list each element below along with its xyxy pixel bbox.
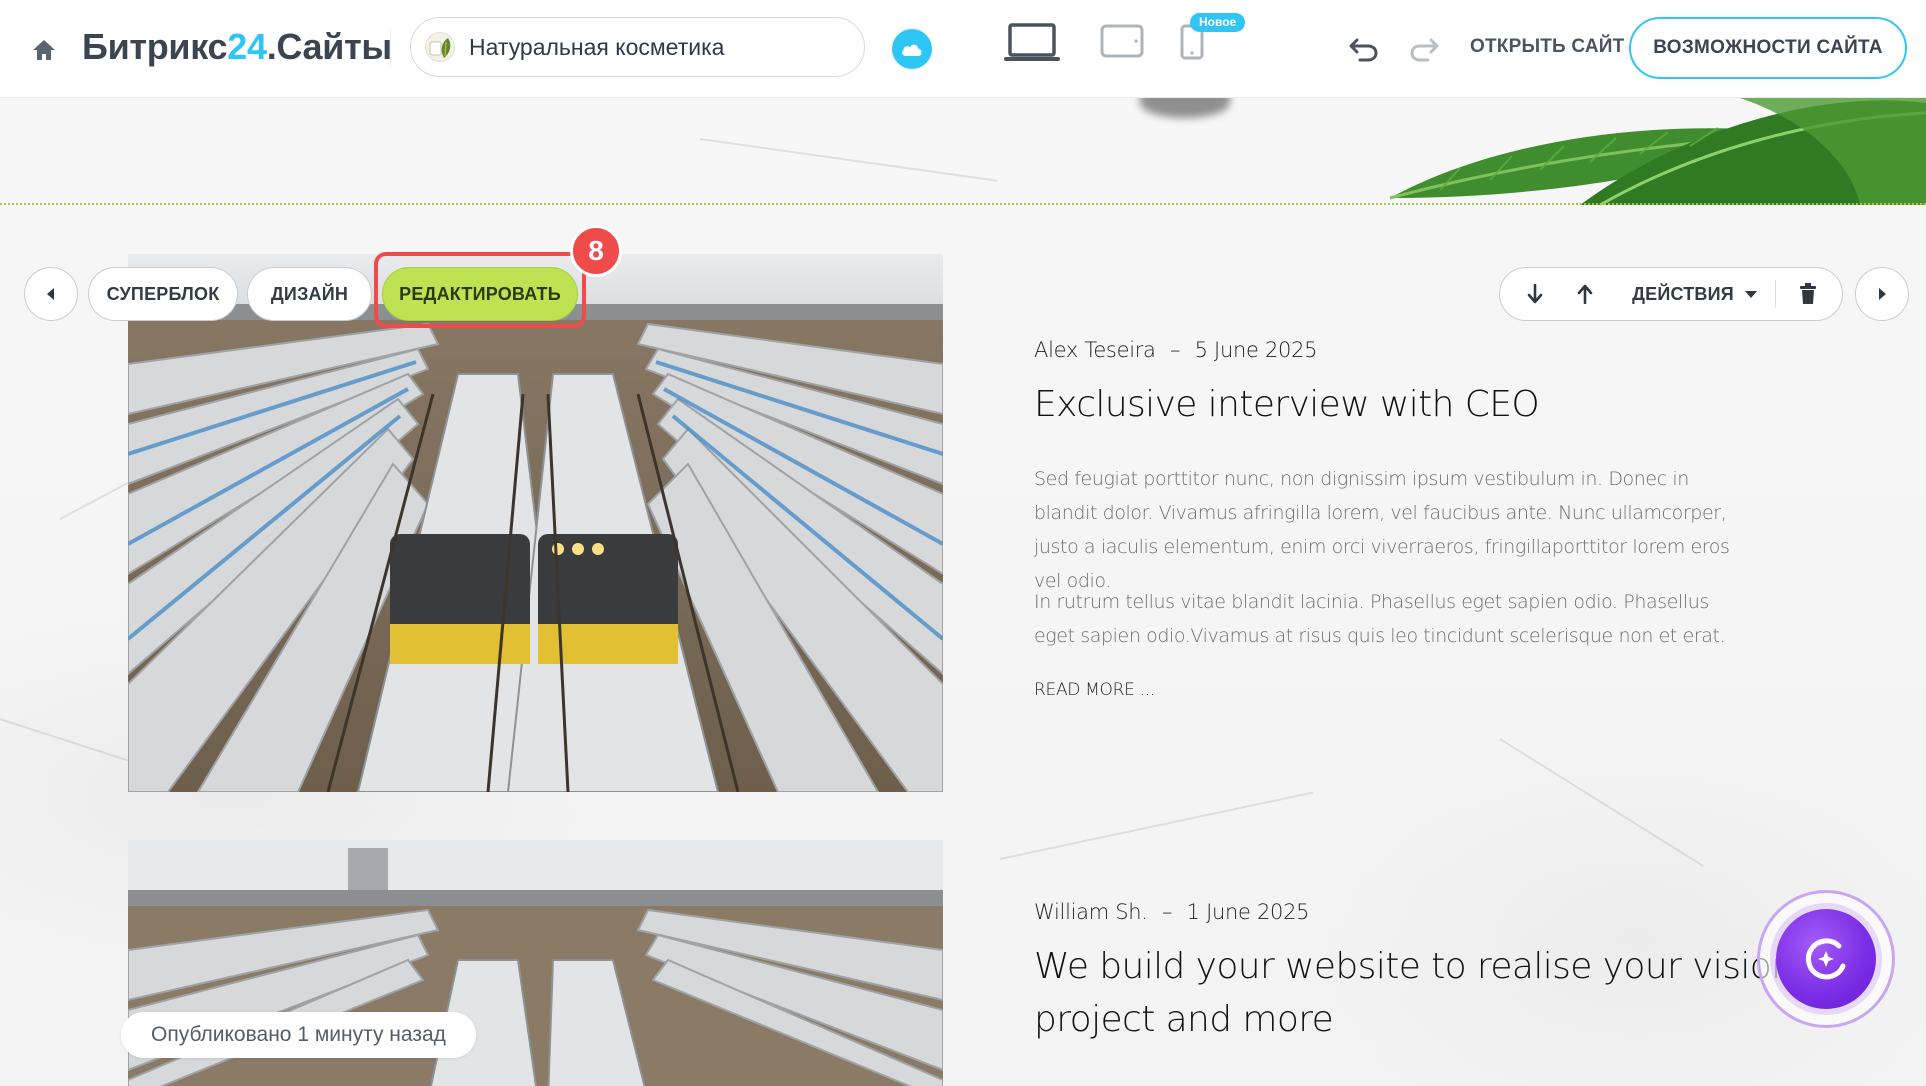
article-paragraph: In rutrum tellus vitae blandit lacinia. … [1034, 591, 1726, 647]
caret-left-icon [47, 288, 54, 300]
section-divider [0, 203, 1926, 205]
brand-divider [390, 30, 391, 68]
site-features-button[interactable]: ВОЗМОЖНОСТИ САЙТА [1629, 17, 1907, 79]
article-paragraph: Sed feugiat porttitor nunc, non dignissi… [1034, 468, 1730, 592]
meta-separator: – [1170, 338, 1181, 362]
site-name: Натуральная косметика [469, 33, 725, 60]
previous-block-button[interactable] [24, 267, 78, 321]
marble-texture [999, 791, 1314, 860]
site-selector[interactable]: Натуральная косметика [410, 17, 865, 77]
brand-suffix: .Сайты [266, 26, 392, 67]
arrow-up-icon [1577, 284, 1593, 304]
article-title-line: We build your website to realise your vi… [1034, 946, 1805, 987]
article-meta: William Sh. – 1 June 2025 [1034, 900, 1310, 924]
site-thumbnail-icon [425, 32, 455, 62]
open-site-link[interactable]: ОТКРЫТЬ САЙТ [1470, 36, 1624, 58]
caret-right-icon [1879, 288, 1886, 300]
top-bar: Битрикс24.Сайты Натуральная косметика Но… [0, 0, 1926, 98]
tablet-view-icon[interactable] [1100, 24, 1144, 63]
page-canvas: СУПЕРБЛОК ДИЗАЙН РЕДАКТИРОВАТЬ 8 ДЕЙСТВИ… [0, 98, 1926, 1086]
toolbar-separator [1775, 280, 1776, 308]
edit-button-highlight [374, 252, 586, 328]
page-header-strip [0, 98, 1926, 205]
step-number-badge: 8 [570, 225, 622, 277]
new-badge: Новое [1190, 13, 1246, 32]
desktop-view-icon[interactable] [1002, 22, 1062, 69]
article-title[interactable]: We build your website to realise your vi… [1034, 940, 1805, 1046]
marble-texture [1499, 738, 1704, 867]
chevron-down-icon [1744, 290, 1757, 298]
article-meta: Alex Teseira – 5 June 2025 [1034, 338, 1318, 362]
actions-dropdown[interactable]: ДЕЙСТВИЯ [1620, 268, 1770, 320]
article-author: Alex Teseira [1034, 338, 1156, 362]
move-up-button[interactable] [1560, 268, 1610, 320]
superblock-button[interactable]: СУПЕРБЛОК [88, 267, 238, 321]
leaf-decoration-icon [1389, 98, 1926, 205]
ai-assistant-icon [1776, 909, 1876, 1009]
undo-icon[interactable] [1348, 32, 1380, 64]
brand-logo: Битрикс24.Сайты [82, 26, 392, 68]
home-icon[interactable] [30, 36, 58, 64]
brand-main: Битрикс [82, 26, 228, 67]
article-date: 1 June 2025 [1186, 900, 1310, 924]
design-button[interactable]: ДИЗАЙН [247, 267, 372, 321]
next-block-button[interactable] [1855, 267, 1909, 321]
article-date: 5 June 2025 [1194, 338, 1318, 362]
article-author: William Sh. [1034, 900, 1148, 924]
delete-block-button[interactable] [1782, 268, 1834, 320]
decorative-shadow [1140, 98, 1230, 118]
trash-icon [1800, 283, 1816, 304]
read-more-link[interactable]: READ MORE ... [1034, 680, 1155, 700]
article-title-line: project and more [1034, 999, 1334, 1040]
actions-label: ДЕЙСТВИЯ [1632, 283, 1734, 304]
redo-icon[interactable] [1408, 32, 1440, 64]
arrow-down-icon [1527, 284, 1543, 304]
article-image[interactable] [128, 254, 943, 792]
move-down-button[interactable] [1510, 268, 1560, 320]
published-status: Опубликовано 1 минуту назад [121, 1012, 476, 1058]
article-title[interactable]: Exclusive interview with CEO [1034, 378, 1540, 431]
brand-accent: 24 [227, 26, 267, 67]
cloud-icon[interactable] [892, 29, 932, 69]
meta-separator: – [1162, 900, 1173, 924]
ai-assistant-button[interactable] [1757, 890, 1895, 1028]
block-actions-toolbar: ДЕЙСТВИЯ [1499, 267, 1843, 321]
